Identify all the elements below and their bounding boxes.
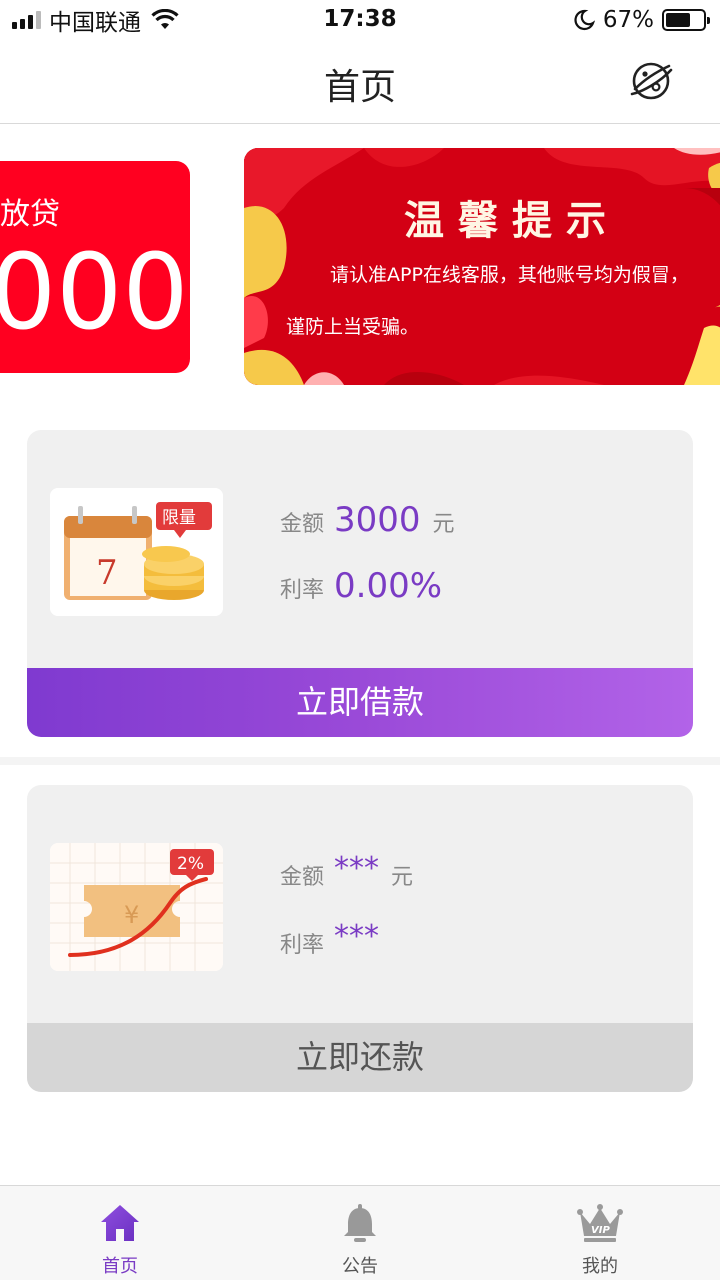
banner-slide-notice[interactable]: 温馨提示 请认准APP在线客服，其他账号均为假冒， 谨防上当受骗。	[244, 148, 720, 385]
calendar-coins-thumbnail: 7 限量	[50, 488, 223, 616]
amount-label: 金额	[280, 865, 325, 890]
tab-label: 公告	[342, 1256, 378, 1277]
svg-text:VIP: VIP	[591, 1225, 610, 1236]
rate-label: 利率	[280, 933, 325, 958]
amount-label: 金额	[280, 512, 325, 537]
status-right: 67%	[573, 6, 710, 34]
ticket-chart-icon: ¥ 2%	[50, 843, 223, 971]
amount-unit: 元	[391, 865, 414, 890]
home-screen: 中国联通 17:38 67% 首页 放贷 000 温馨提示 请认准APP在线客服…	[0, 0, 720, 1280]
notice-title: 温馨提示	[404, 197, 620, 244]
bell-icon	[344, 1204, 376, 1242]
nav-bar: 首页	[0, 40, 720, 124]
limited-badge-text: 限量	[162, 508, 196, 528]
repay-rate-row: 利率 ***	[280, 919, 379, 960]
borrow-amount-row: 金额 3000 元	[280, 500, 455, 540]
notice-text-line2: 谨防上当受骗。	[286, 316, 420, 338]
rate-value-masked: ***	[334, 919, 380, 954]
tab-label: 我的	[582, 1256, 618, 1277]
vip-crown-icon: VIP	[577, 1204, 623, 1242]
tab-mine[interactable]: VIP 我的	[480, 1186, 720, 1280]
repay-card: ¥ 2% 金额 *** 元 利率 *** 立即还款	[27, 785, 693, 1092]
moon-icon	[574, 9, 595, 31]
banner-slide-loan[interactable]: 放贷 000	[0, 161, 190, 373]
calendar-coins-icon: 7 限量	[50, 488, 223, 616]
amount-value: 3000	[334, 500, 421, 540]
battery-fill	[666, 13, 691, 27]
tab-notice[interactable]: 公告	[240, 1186, 480, 1280]
repay-now-button[interactable]: 立即还款	[27, 1023, 693, 1092]
repay-amount-row: 金额 *** 元	[280, 851, 414, 892]
ticket-chart-thumbnail: ¥ 2%	[50, 843, 223, 971]
tab-label: 首页	[102, 1256, 138, 1277]
battery-percent: 67%	[602, 7, 654, 33]
rate-label: 利率	[280, 578, 325, 603]
home-icon	[101, 1205, 139, 1241]
banner-carousel[interactable]: 放贷 000 温馨提示 请认准APP在线客服，其他账号均为假冒， 谨防上当受骗。	[0, 124, 720, 410]
planet-icon[interactable]	[628, 58, 674, 104]
amount-value-masked: ***	[334, 851, 380, 886]
notice-text-line1: 请认准APP在线客服，其他账号均为假冒，	[330, 264, 689, 286]
banner-slide-amount: 000	[0, 231, 189, 353]
banner-slide-label: 放贷	[0, 197, 60, 232]
calendar-day-text: 7	[96, 553, 118, 593]
status-bar: 中国联通 17:38 67%	[0, 0, 720, 40]
battery-icon	[662, 9, 710, 31]
borrow-now-button[interactable]: 立即借款	[27, 668, 693, 737]
section-divider	[0, 757, 720, 765]
tab-home[interactable]: 首页	[0, 1186, 240, 1280]
borrow-rate-row: 利率 0.00%	[280, 566, 442, 606]
svg-text:¥: ¥	[124, 901, 139, 929]
bottom-tab-bar: 首页 公告 VIP 我的	[0, 1185, 720, 1280]
rate-value: 0.00%	[334, 566, 443, 606]
rate-badge-text: 2%	[177, 854, 204, 874]
amount-unit: 元	[432, 512, 455, 537]
page-title: 首页	[323, 67, 396, 108]
borrow-card: 7 限量 金额 3000 元 利率 0.00% 立即借款	[27, 430, 693, 737]
